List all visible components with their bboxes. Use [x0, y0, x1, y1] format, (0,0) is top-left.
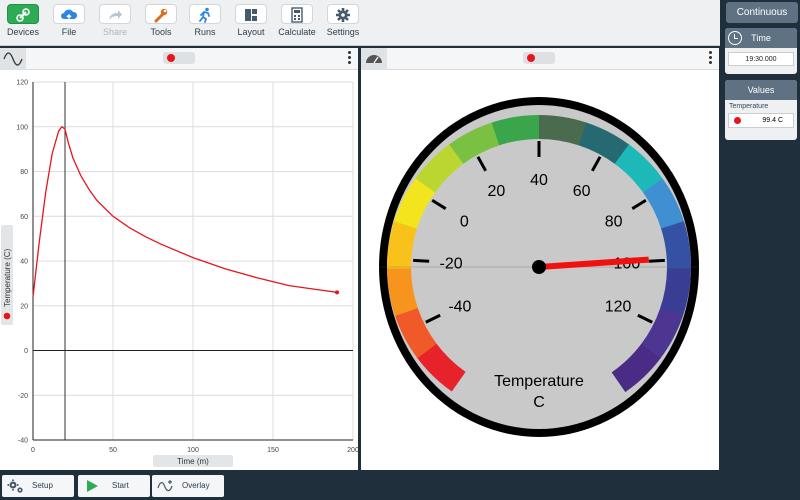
file-label: File [61, 27, 77, 37]
graph-more-menu-icon[interactable] [348, 51, 352, 67]
sensor-value-row[interactable]: 99.4 C [728, 113, 794, 128]
layout-icon [235, 4, 267, 24]
y-tick-label: 0 [24, 348, 28, 355]
values-card: Values Temperature 99.4 C [725, 80, 797, 140]
gauge-tick-label: -40 [448, 299, 471, 316]
graph-source-selector[interactable] [163, 52, 195, 64]
values-card-header: Values [725, 80, 797, 100]
sine-wave-icon [3, 52, 23, 66]
y-axis-label: Temperature (C) [3, 248, 12, 307]
meter-view-tab[interactable] [361, 48, 387, 70]
devices-button[interactable]: Devices [0, 4, 46, 44]
share-button[interactable]: Share [92, 4, 138, 44]
gauge-tick-label: 0 [460, 213, 469, 230]
tools-label: Tools [150, 27, 172, 37]
share-label: Share [102, 27, 128, 37]
time-card-title: Time [751, 33, 771, 43]
x-tick-label: 200 [347, 447, 358, 454]
gauge-tick-mark [648, 258, 665, 263]
time-value: 19:30.000 [728, 52, 794, 66]
meter-more-menu-icon[interactable] [709, 51, 713, 67]
play-icon [87, 480, 98, 492]
x-tick-label: 100 [187, 447, 199, 454]
devices-label: Devices [6, 27, 39, 37]
start-button[interactable]: Start [78, 475, 150, 497]
gears-icon [7, 479, 23, 493]
x-axis-label: Time (m) [177, 457, 209, 466]
sensor-label: Temperature [729, 103, 769, 110]
temperature-series-line [32, 125, 338, 297]
settings-label: Settings [326, 27, 360, 37]
gear-icon [327, 4, 359, 24]
sensor-value: 99.4 C [762, 117, 783, 124]
meter-panel-header [361, 48, 719, 70]
gauge-tick-mark [413, 258, 430, 263]
gauge-tick-label: 120 [605, 299, 632, 316]
temperature-gauge: -40-20020406080100120TemperatureC [379, 97, 699, 437]
y-tick-label: -40 [18, 438, 28, 445]
y-tick-label: 60 [20, 214, 28, 221]
sensor-color-dot [3, 312, 11, 320]
gauge-needle-hub [532, 260, 546, 274]
time-card: Time 19:30.000 [725, 28, 797, 74]
settings-button[interactable]: Settings [320, 4, 366, 44]
gauge-tick-label: 80 [605, 213, 623, 230]
gauge-tick-label: 60 [573, 183, 591, 200]
sensor-color-dot [167, 54, 175, 62]
y-tick-label: -20 [18, 393, 28, 400]
wrench-icon [145, 4, 177, 24]
series-end-point [335, 290, 339, 295]
gauge-tick-label: 20 [487, 183, 505, 200]
tools-button[interactable]: Tools [138, 4, 184, 44]
cloud-upload-icon [53, 4, 85, 24]
overlay-wave-icon [157, 480, 173, 492]
app-window: Devices File Share Tools Runs Layout Cal… [0, 0, 800, 500]
graph-panel-header [0, 48, 358, 70]
y-tick-label: 100 [16, 124, 28, 131]
x-tick-label: 150 [267, 447, 279, 454]
gauge-tick-label: 40 [530, 172, 548, 189]
gauge-tick-label: -20 [440, 255, 463, 272]
setup-label: Setup [32, 481, 53, 490]
calculate-button[interactable]: Calculate [274, 4, 320, 44]
layout-label: Layout [237, 27, 265, 37]
y-tick-label: 20 [20, 303, 28, 310]
start-label: Start [112, 481, 129, 490]
runs-button[interactable]: Runs [182, 4, 228, 44]
x-tick-label: 0 [31, 447, 35, 454]
meter-panel: -40-20020406080100120TemperatureC [361, 48, 719, 470]
x-tick-label: 50 [109, 447, 117, 454]
y-tick-label: 120 [16, 80, 28, 87]
layout-button[interactable]: Layout [228, 4, 274, 44]
file-button[interactable]: File [46, 4, 92, 44]
temperature-graph[interactable]: 0 50 100 150 200 -40 -20 0 20 40 60 80 100 120 Time (m… [0, 70, 358, 470]
calculator-icon [281, 4, 313, 24]
y-tick-label: 80 [20, 169, 28, 176]
meter-source-selector[interactable] [523, 52, 555, 64]
overlay-label: Overlay [182, 481, 210, 490]
overlay-button[interactable]: Overlay [152, 475, 224, 497]
runs-label: Runs [194, 27, 216, 37]
share-arrow-icon [99, 4, 131, 24]
y-tick-label: 40 [20, 259, 28, 266]
clock-icon [728, 31, 742, 45]
sensor-color-dot [527, 54, 535, 62]
bottom-bar: Setup Start Overlay [0, 472, 720, 500]
continuous-mode-button[interactable]: Continuous [726, 2, 798, 23]
gauge-title: Temperature [494, 373, 584, 390]
main-toolbar: Devices File Share Tools Runs Layout Cal… [0, 0, 720, 46]
graph-view-tab[interactable] [0, 48, 26, 70]
runner-icon [189, 4, 221, 24]
link-icon [7, 4, 39, 24]
graph-panel: 0 50 100 150 200 -40 -20 0 20 40 60 80 100 120 Time (m… [0, 48, 358, 470]
gauge-icon [366, 55, 382, 64]
sensor-color-dot [734, 117, 741, 124]
time-card-header: Time [725, 28, 797, 48]
setup-button[interactable]: Setup [2, 475, 74, 497]
calculate-label: Calculate [278, 27, 316, 37]
gauge-unit: C [533, 394, 545, 411]
